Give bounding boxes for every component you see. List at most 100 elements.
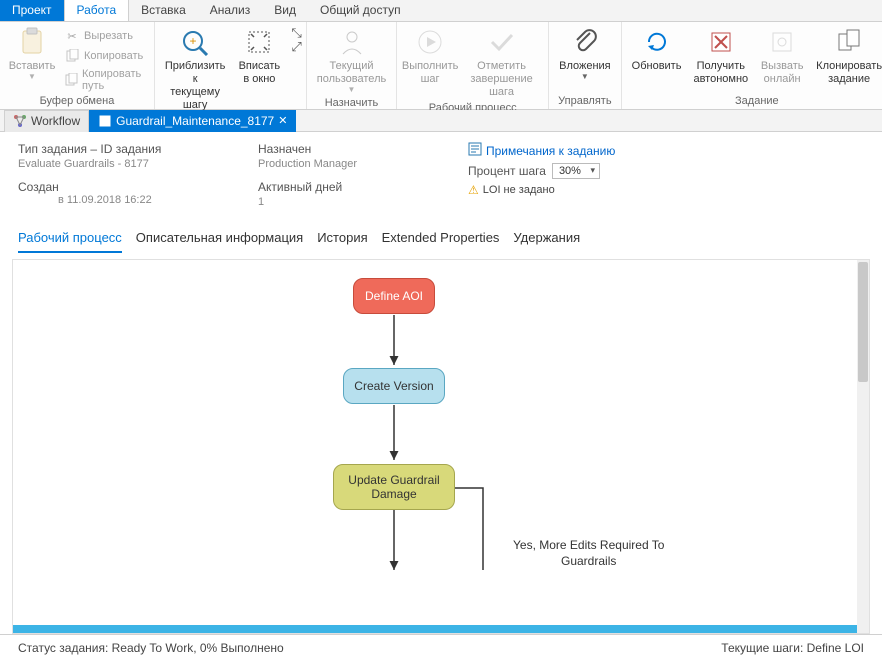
ribbon-group-view: + Приблизить к текущему шагу Вписать в о… (155, 22, 307, 109)
warning-icon: ⚠ (468, 183, 479, 197)
task-type-value: Evaluate Guardrails - 8177 (18, 158, 258, 170)
refresh-button[interactable]: Обновить (626, 24, 688, 75)
task-info-panel: Тип задания – ID задания Evaluate Guardr… (0, 132, 882, 222)
zoom-icon: + (180, 26, 210, 58)
cut-button: ✂Вырезать (60, 26, 150, 46)
refresh-icon (643, 26, 671, 58)
created-value: в 11.09.2018 16:22 (58, 194, 152, 206)
close-icon[interactable]: ✕ (278, 114, 287, 127)
chevron-down-icon: ▼ (28, 72, 36, 81)
task-notes-link[interactable]: Примечания к заданию (468, 142, 864, 159)
menu-analysis[interactable]: Анализ (198, 0, 263, 21)
edge-label-line2: Guardrails (561, 554, 616, 568)
current-user-label: Текущий пользователь (317, 60, 386, 86)
mark-complete-label: Отметить завершение шага (465, 60, 538, 99)
subtab-extended[interactable]: Extended Properties (382, 230, 500, 253)
mark-complete-button: Отметить завершение шага (459, 24, 544, 101)
wf-node-create-version[interactable]: Create Version (343, 368, 445, 404)
fit-label: Вписать в окно (239, 60, 281, 86)
zoom-current-label: Приблизить к текущему шагу (165, 60, 226, 112)
tab-workflow-label: Workflow (31, 114, 80, 128)
sub-nav: Рабочий процесс Описательная информация … (0, 222, 882, 253)
attachments-button[interactable]: Вложения ▼ (553, 24, 617, 83)
online-icon (768, 26, 796, 58)
fit-icon (246, 26, 272, 58)
run-step-label: Выполнить шаг (402, 60, 458, 86)
tab-guardrail[interactable]: Guardrail_Maintenance_8177 ✕ (89, 110, 296, 132)
status-left: Статус задания: Ready To Work, 0% Выполн… (18, 641, 284, 655)
group-label-assign: Назначить (311, 96, 392, 111)
zoom-current-step-button[interactable]: + Приблизить к текущему шагу (159, 24, 232, 114)
ribbon-group-workflow: Выполнить шаг Отметить завершение шага Р… (397, 22, 549, 109)
edge-label-line1: Yes, More Edits Required To (513, 538, 664, 552)
call-online-label: Вызвать онлайн (761, 60, 804, 86)
copy-path-icon (64, 72, 78, 88)
subtab-holds[interactable]: Удержания (513, 230, 580, 253)
fit-window-button[interactable]: Вписать в окно (231, 24, 287, 88)
wf-node-define-aoi[interactable]: Define AOI (353, 278, 435, 314)
subtab-history[interactable]: История (317, 230, 367, 253)
workflow-edges (13, 260, 869, 633)
clone-label: Клонировать задание (816, 60, 882, 86)
horizontal-scrollbar[interactable] (13, 625, 857, 633)
menu-insert[interactable]: Вставка (129, 0, 198, 21)
call-online-button: Вызвать онлайн (754, 24, 810, 88)
group-label-manage: Управлять (553, 94, 617, 109)
document-tab-bar: Workflow Guardrail_Maintenance_8177 ✕ (0, 110, 882, 132)
ribbon-group-assign: Текущий пользователь ▼ Назначить (307, 22, 397, 109)
status-bar: Статус задания: Ready To Work, 0% Выполн… (0, 634, 882, 661)
get-offline-label: Получить автономно (693, 60, 748, 86)
workflow-canvas[interactable]: Define AOI Create Version Update Guardra… (13, 260, 869, 633)
vertical-scrollbar[interactable] (857, 260, 869, 633)
subtab-descriptive[interactable]: Описательная информация (136, 230, 303, 253)
menu-bar: Проект Работа Вставка Анализ Вид Общий д… (0, 0, 882, 22)
loi-warning-text: LOI не задано (483, 184, 555, 196)
percent-select[interactable]: 30% (552, 163, 600, 179)
arrows-out-icon[interactable]: ⤢ (291, 40, 301, 54)
created-label: Создан (18, 180, 258, 194)
tab-guardrail-label: Guardrail_Maintenance_8177 (116, 114, 274, 128)
paperclip-icon (572, 26, 598, 58)
ribbon-group-manage: Вложения ▼ Управлять (549, 22, 622, 109)
clone-task-button[interactable]: Клонировать задание (810, 24, 882, 88)
get-offline-button[interactable]: Получить автономно (687, 24, 754, 88)
paste-icon (19, 26, 45, 58)
user-icon (339, 26, 365, 58)
play-icon (416, 26, 444, 58)
workflow-canvas-wrap: Define AOI Create Version Update Guardra… (12, 259, 870, 634)
vertical-scroll-thumb[interactable] (858, 262, 868, 382)
task-type-label: Тип задания – ID задания (18, 142, 258, 156)
group-label-clipboard: Буфер обмена (4, 94, 150, 109)
chevron-down-icon: ▼ (581, 72, 589, 81)
subtab-workflow[interactable]: Рабочий процесс (18, 230, 122, 253)
tab-workflow[interactable]: Workflow (4, 110, 89, 132)
menu-share[interactable]: Общий доступ (308, 0, 413, 21)
group-label-task: Задание (626, 94, 882, 109)
collapse-icons: ⤡ ⤢ (287, 24, 301, 54)
wf-node-update-damage[interactable]: Update Guardrail Damage (333, 464, 455, 510)
menu-view[interactable]: Вид (262, 0, 308, 21)
task-notes-label: Примечания к заданию (486, 144, 615, 158)
menu-project[interactable]: Проект (0, 0, 64, 21)
paste-button: Вставить ▼ (4, 24, 60, 83)
task-icon (98, 114, 112, 128)
cut-icon: ✂ (64, 28, 80, 44)
menu-work[interactable]: Работа (64, 0, 130, 21)
workflow-icon (13, 114, 27, 128)
active-days-value: 1 (258, 196, 468, 208)
copy-icon (64, 48, 80, 64)
status-right: Текущие шаги: Define LOI (721, 641, 864, 655)
ribbon-group-task: Обновить Получить автономно Вызвать онла… (622, 22, 882, 109)
chevron-down-icon: ▼ (348, 85, 356, 94)
ribbon-group-clipboard: Вставить ▼ ✂Вырезать Копировать Копирова… (0, 22, 155, 109)
percent-label: Процент шага (468, 164, 546, 178)
refresh-label: Обновить (632, 60, 682, 73)
creator-blank (18, 194, 54, 206)
active-days-label: Активный дней (258, 180, 468, 194)
clone-icon (835, 26, 863, 58)
copy-button: Копировать (60, 46, 150, 66)
svg-text:+: + (190, 34, 197, 48)
assigned-label: Назначен (258, 142, 468, 156)
ribbon: Вставить ▼ ✂Вырезать Копировать Копирова… (0, 22, 882, 110)
arrows-in-icon[interactable]: ⤡ (291, 26, 301, 40)
